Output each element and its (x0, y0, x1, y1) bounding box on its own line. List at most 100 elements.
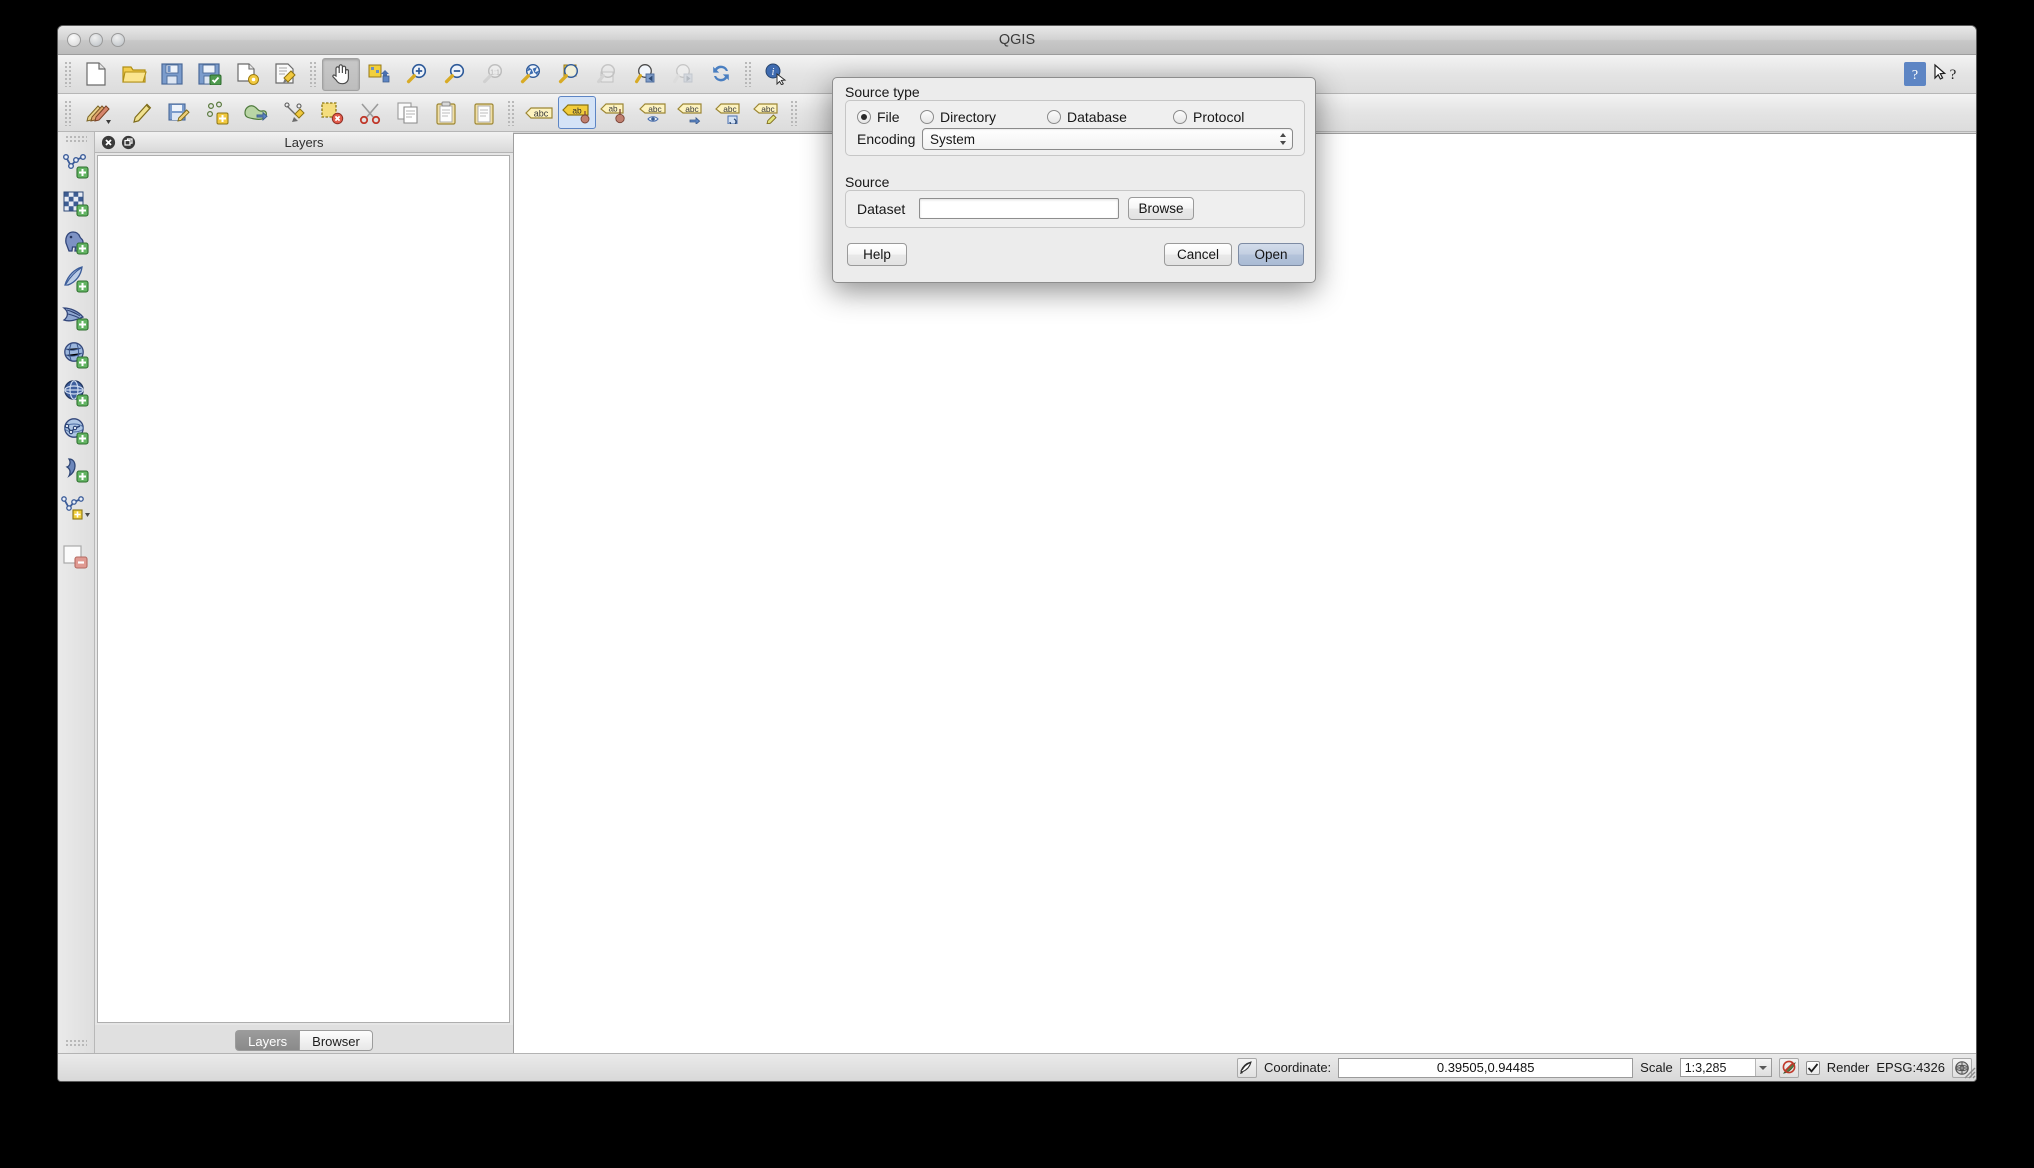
layers-panel-header: Layers (95, 132, 513, 153)
add-wcs-layer-icon[interactable] (59, 336, 93, 374)
show-hide-labels-icon[interactable]: abc (634, 96, 672, 129)
cancel-button[interactable]: Cancel (1164, 243, 1232, 266)
zoom-out-icon[interactable] (436, 58, 474, 91)
zoom-in-icon[interactable] (398, 58, 436, 91)
new-print-composer-icon[interactable] (229, 58, 267, 91)
copy-features-icon[interactable] (389, 96, 427, 129)
zoom-to-selection-icon[interactable] (550, 58, 588, 91)
crs-label: EPSG:4326 (1876, 1060, 1945, 1075)
node-tool-icon[interactable] (275, 96, 313, 129)
toolbar-grip[interactable] (64, 61, 73, 87)
coordinate-label: Coordinate: (1263, 1060, 1332, 1075)
pan-map-icon[interactable] (322, 57, 360, 91)
move-label-icon[interactable]: abc (672, 96, 710, 129)
toolbar-grip[interactable] (309, 61, 318, 87)
float-panel-icon[interactable] (121, 135, 136, 150)
add-wfs-layer-icon[interactable] (59, 412, 93, 450)
move-feature-icon[interactable] (237, 96, 275, 129)
coordinate-input[interactable]: 0.39505,0.94485 (1338, 1057, 1634, 1078)
add-vector-layer-icon[interactable] (59, 146, 93, 184)
toggle-editing-icon[interactable] (123, 96, 161, 129)
identify-features-icon[interactable]: i (757, 58, 795, 91)
close-button[interactable] (67, 33, 81, 47)
composer-manager-icon[interactable] (267, 58, 305, 91)
open-project-icon[interactable] (115, 58, 153, 91)
render-checkbox[interactable] (1805, 1060, 1820, 1075)
resize-grip-icon[interactable] (1960, 1063, 1976, 1079)
add-mssql-layer-icon[interactable] (59, 298, 93, 336)
tab-layers[interactable]: Layers (235, 1029, 300, 1051)
highlight-pinned-labels-icon[interactable]: ab (558, 96, 596, 129)
rotate-label-icon[interactable]: abc (710, 96, 748, 129)
add-wms-layer-icon[interactable] (59, 374, 93, 412)
delete-selected-icon[interactable] (313, 96, 351, 129)
add-feature-icon[interactable] (199, 96, 237, 129)
toolbar-grip[interactable] (64, 99, 73, 126)
zoom-next-icon[interactable] (664, 58, 702, 91)
add-postgis-layer-icon[interactable] (59, 222, 93, 260)
scale-combobox[interactable]: 1:3,285 (1679, 1058, 1772, 1077)
new-project-icon[interactable] (77, 58, 115, 91)
whats-this-icon[interactable]: ? (1926, 58, 1968, 91)
help-button[interactable]: Help (847, 243, 907, 266)
zoom-last-icon[interactable] (626, 58, 664, 91)
radio-protocol[interactable]: Protocol (1173, 109, 1244, 125)
toolbar-grip[interactable] (790, 99, 799, 126)
svg-text:abc: abc (723, 103, 737, 113)
radio-file-label: File (877, 109, 900, 125)
radio-file-indicator[interactable] (857, 110, 871, 124)
radio-database-indicator[interactable] (1047, 110, 1061, 124)
chevron-down-icon[interactable] (1754, 1059, 1771, 1076)
browse-button[interactable]: Browse (1128, 197, 1194, 220)
paste-as-new-icon[interactable] (465, 96, 503, 129)
dataset-input[interactable] (919, 198, 1119, 219)
messages-icon[interactable] (1236, 1057, 1257, 1078)
paste-features-icon[interactable] (427, 96, 465, 129)
source-group-label: Source (845, 174, 890, 190)
encoding-combobox[interactable]: System (922, 128, 1293, 150)
minimize-button[interactable] (89, 33, 103, 47)
toolbar-grip[interactable] (507, 99, 516, 126)
stepper-arrows-icon[interactable] (1279, 132, 1287, 146)
tab-browser[interactable]: Browser (299, 1029, 373, 1051)
remove-layer-icon[interactable] (59, 538, 93, 576)
radio-file[interactable]: File (857, 109, 900, 125)
radio-database[interactable]: Database (1047, 109, 1127, 125)
save-project-as-icon[interactable] (191, 58, 229, 91)
magnifier-disabled-icon[interactable] (1778, 1057, 1799, 1078)
add-spatialite-layer-icon[interactable] (59, 260, 93, 298)
zoom-button[interactable] (111, 33, 125, 47)
refresh-icon[interactable] (702, 58, 740, 91)
layer-labeling-options-icon[interactable]: abc (520, 96, 558, 129)
change-label-icon[interactable]: abc (748, 96, 786, 129)
status-bar: Coordinate: 0.39505,0.94485 Scale 1:3,28… (58, 1053, 1976, 1081)
layers-panel-title: Layers (284, 135, 324, 150)
cut-features-icon[interactable] (351, 96, 389, 129)
toolbar-grip[interactable] (65, 1039, 87, 1047)
pin-labels-icon[interactable]: ab (596, 96, 634, 129)
radio-directory-indicator[interactable] (920, 110, 934, 124)
save-project-icon[interactable] (153, 58, 191, 91)
add-raster-layer-icon[interactable] (59, 184, 93, 222)
open-button[interactable]: Open (1238, 243, 1304, 266)
zoom-native-icon[interactable]: 1:1 (474, 58, 512, 91)
save-layer-edits-icon[interactable] (161, 96, 199, 129)
svg-text:?: ? (1950, 67, 1957, 83)
pan-to-selection-icon[interactable] (360, 58, 398, 91)
zoom-full-icon[interactable] (512, 58, 550, 91)
radio-directory[interactable]: Directory (920, 109, 996, 125)
radio-protocol-indicator[interactable] (1173, 110, 1187, 124)
svg-text:abc: abc (761, 103, 775, 113)
zoom-to-layer-icon[interactable] (588, 58, 626, 91)
toolbar-grip[interactable] (744, 61, 753, 87)
close-panel-icon[interactable] (101, 135, 116, 150)
svg-text:ab: ab (572, 105, 582, 115)
toolbar-grip[interactable] (65, 135, 87, 143)
layers-tree[interactable] (97, 155, 510, 1023)
new-shapefile-layer-icon[interactable] (59, 488, 93, 526)
add-delimited-text-layer-icon[interactable] (59, 450, 93, 488)
current-edits-icon[interactable] (77, 96, 123, 129)
help-contents-icon[interactable]: ? (1904, 62, 1926, 86)
svg-text:ab: ab (608, 104, 618, 113)
add-vector-layer-dialog: Source type File Directory Database Prot… (832, 77, 1316, 283)
